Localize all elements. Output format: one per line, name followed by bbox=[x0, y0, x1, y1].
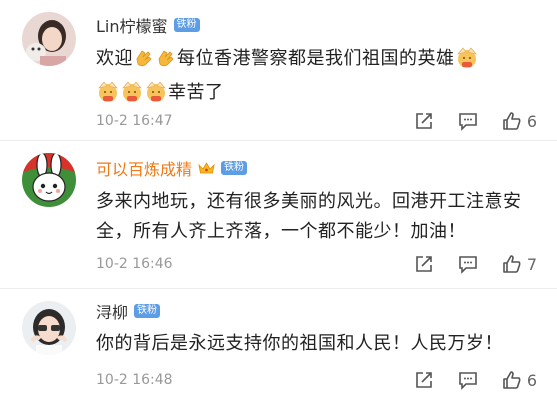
thumb-up-icon bbox=[503, 255, 521, 273]
like-count: 6 bbox=[526, 370, 537, 390]
comment-header: 浔柳 铁粉 bbox=[96, 299, 161, 323]
comment-icon bbox=[459, 113, 477, 131]
comment-icon bbox=[459, 256, 477, 274]
fan-badge: 铁粉 bbox=[221, 161, 248, 175]
share-button[interactable] bbox=[413, 253, 435, 275]
fan-badge: 铁粉 bbox=[134, 304, 161, 318]
comment-actions: 6 bbox=[391, 369, 537, 391]
comment-actions: 7 bbox=[391, 253, 537, 275]
like-button[interactable]: 6 bbox=[501, 369, 537, 391]
timestamp: 10-2 16:47 bbox=[96, 113, 173, 129]
avatar[interactable] bbox=[22, 153, 76, 207]
comment-footer: 10-2 16:48 6 bbox=[96, 369, 537, 391]
comment-icon bbox=[459, 372, 477, 390]
text-part: 每位香港警察都是我们祖国的英雄 bbox=[177, 48, 455, 69]
comment-footer: 10-2 16:46 7 bbox=[96, 253, 537, 275]
avatar[interactable] bbox=[22, 301, 76, 355]
salute-emoji bbox=[455, 46, 479, 78]
comment-text: 欢迎 每位香港警察都是我们祖国的英雄 幸苦了 bbox=[96, 44, 537, 112]
comment-actions: 6 bbox=[391, 110, 537, 132]
share-button[interactable] bbox=[413, 110, 435, 132]
comment-item: 浔柳 铁粉 你的背后是永远支持你的祖国和人民！人民万岁！ 10-2 16:48 … bbox=[0, 288, 557, 402]
text-part: 欢迎 bbox=[96, 48, 133, 69]
thumb-up-icon bbox=[503, 371, 521, 389]
username[interactable]: 浔柳 bbox=[96, 299, 128, 323]
like-button[interactable]: 6 bbox=[501, 110, 537, 132]
like-count: 6 bbox=[526, 111, 537, 131]
comment-footer: 10-2 16:47 6 bbox=[96, 110, 537, 132]
salute-emoji bbox=[120, 80, 144, 112]
clap-emoji bbox=[155, 46, 177, 78]
share-button[interactable] bbox=[413, 369, 435, 391]
fan-badge: 铁粉 bbox=[173, 18, 200, 32]
avatar[interactable] bbox=[22, 12, 76, 66]
reply-button[interactable] bbox=[457, 369, 479, 391]
clap-emoji bbox=[133, 46, 155, 78]
salute-emoji bbox=[96, 80, 120, 112]
comment-text: 多来内地玩，还有很多美丽的风光。回港开工注意安全，所有人齐上齐落，一个都不能少！… bbox=[96, 191, 522, 242]
text-part: 幸苦了 bbox=[168, 82, 224, 103]
share-icon bbox=[416, 256, 432, 272]
reply-button[interactable] bbox=[457, 110, 479, 132]
comment-text: 你的背后是永远支持你的祖国和人民！人民万岁！ bbox=[96, 333, 503, 354]
crown-icon bbox=[198, 162, 215, 174]
thumb-up-icon bbox=[503, 112, 521, 130]
like-count: 7 bbox=[526, 254, 537, 274]
like-button[interactable]: 7 bbox=[501, 253, 537, 275]
username[interactable]: 可以百炼成精 bbox=[96, 156, 192, 180]
username[interactable]: Lin柠檬蜜 bbox=[96, 13, 168, 37]
salute-emoji bbox=[144, 80, 168, 112]
reply-button[interactable] bbox=[457, 253, 479, 275]
share-icon bbox=[416, 372, 432, 388]
comment-header: Lin柠檬蜜 铁粉 bbox=[96, 13, 200, 37]
comment-header: 可以百炼成精 铁粉 bbox=[96, 156, 248, 180]
share-icon bbox=[416, 113, 432, 129]
timestamp: 10-2 16:48 bbox=[96, 372, 173, 388]
comment-item: Lin柠檬蜜 铁粉 欢迎 每位香港警察都是我们祖国的英雄 幸苦了 10-2 16:… bbox=[0, 0, 557, 140]
timestamp: 10-2 16:46 bbox=[96, 256, 173, 272]
comment-item: 可以百炼成精 铁粉 多来内地玩，还有很多美丽的风光。回港开工注意安全，所有人齐上… bbox=[0, 140, 557, 289]
